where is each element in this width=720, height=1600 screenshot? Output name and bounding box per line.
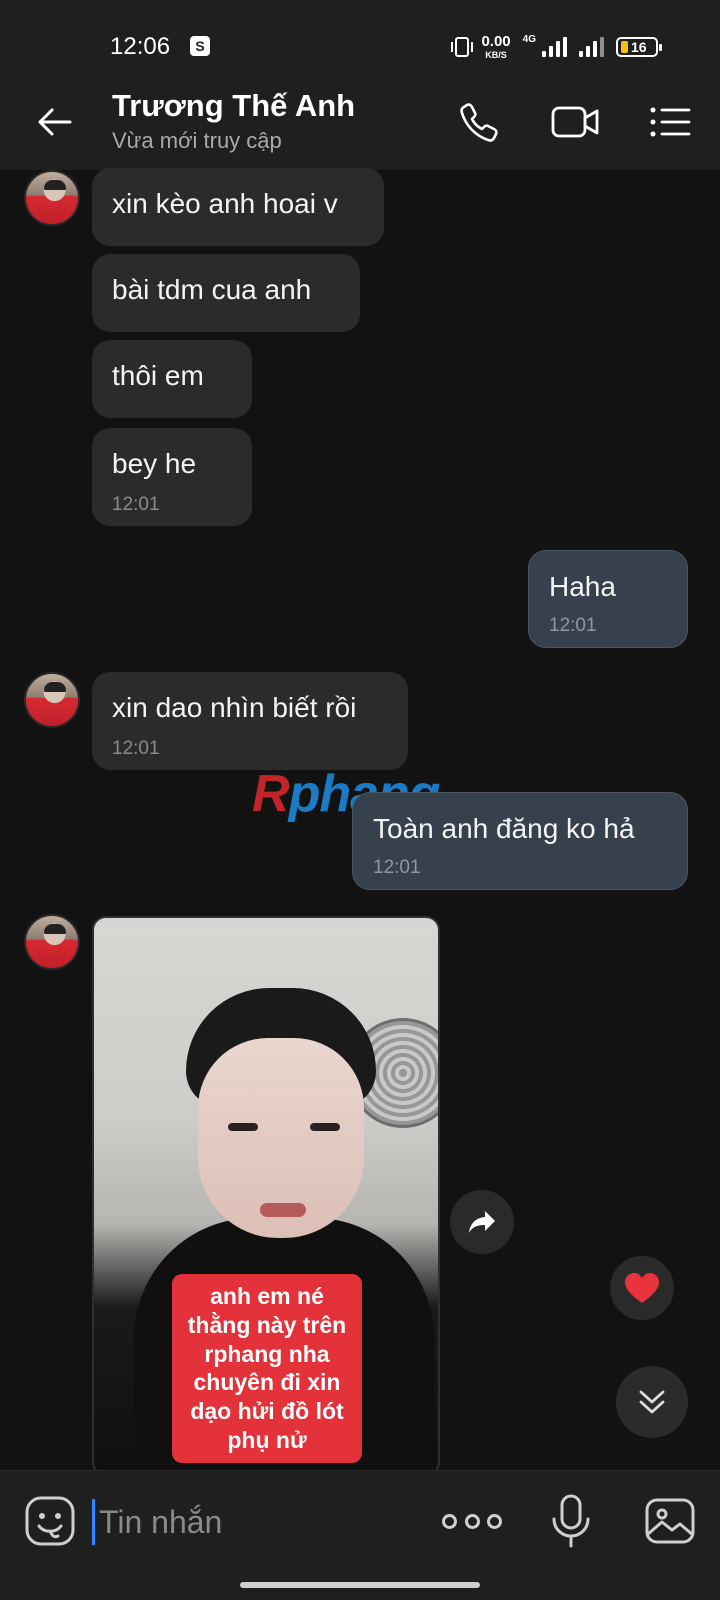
video-camera-icon — [551, 106, 599, 138]
status-indicators: 0.00 KB/S 4G 16 — [451, 33, 662, 60]
photo-lips — [260, 1203, 306, 1217]
contact-status: Vừa mới truy cập — [112, 128, 282, 153]
message-text: xin dao nhìn biết rồi — [112, 692, 357, 723]
dot-icon — [487, 1513, 502, 1529]
microphone-icon — [552, 1494, 590, 1548]
message-input[interactable] — [92, 1499, 412, 1545]
message-text: Haha — [549, 571, 616, 602]
status-time: 12:06 — [110, 33, 171, 60]
signal-icon — [542, 37, 567, 57]
message-bubble-outgoing[interactable]: Toàn anh đăng ko hả 12:01 — [352, 792, 688, 890]
photo-eye — [310, 1123, 340, 1131]
home-indicator[interactable] — [240, 1582, 480, 1588]
network-speed-unit: KB/S — [485, 50, 507, 60]
smiley-icon — [25, 1496, 75, 1546]
photo-eye — [228, 1123, 258, 1131]
battery-icon: 16 — [616, 37, 662, 57]
message-text: Toàn anh đăng ko hả — [373, 813, 635, 844]
list-menu-icon — [650, 107, 691, 137]
network-speed: 0.00 KB/S — [481, 34, 510, 60]
dot-icon — [464, 1513, 480, 1529]
shop-notification-icon: S — [190, 36, 210, 56]
more-options-button[interactable] — [442, 1501, 502, 1541]
vibrate-icon — [451, 37, 474, 57]
avatar[interactable] — [24, 672, 80, 728]
message-bubble-incoming[interactable]: bey he 12:01 — [92, 428, 252, 526]
message-time: 12:01 — [112, 494, 160, 515]
message-bubble-incoming[interactable]: xin kèo anh hoai v — [92, 168, 384, 246]
sticker-button[interactable] — [24, 1495, 76, 1547]
message-text: xin kèo anh hoai v — [112, 188, 338, 219]
status-bar: 12:06 S 0.00 KB/S 4G 16 — [0, 0, 720, 74]
send-image-button[interactable] — [644, 1495, 698, 1547]
message-input-bar — [0, 1470, 720, 1600]
forward-button[interactable] — [450, 1190, 514, 1254]
heart-icon — [625, 1273, 659, 1303]
photo-message[interactable]: anh em né thằng này trên rphang nha chuy… — [92, 916, 440, 1476]
back-button[interactable] — [28, 96, 80, 148]
message-text: thôi em — [112, 360, 204, 391]
arrow-left-icon — [38, 108, 72, 136]
battery-fill — [621, 41, 628, 53]
double-chevron-down-icon — [639, 1390, 665, 1414]
network-speed-value: 0.00 — [481, 33, 511, 50]
react-heart-button[interactable] — [610, 1256, 674, 1320]
message-bubble-incoming[interactable]: bài tdm cua anh — [92, 254, 360, 332]
message-bubble-incoming[interactable]: thôi em — [92, 340, 252, 418]
photo-caption: anh em né thằng này trên rphang nha chuy… — [172, 1274, 362, 1463]
message-bubble-incoming[interactable]: xin dao nhìn biết rồi 12:01 — [92, 672, 408, 770]
message-time: 12:01 — [112, 738, 160, 759]
signal-2-icon — [579, 37, 604, 57]
message-text: bài tdm cua anh — [112, 274, 312, 305]
message-text: bey he — [112, 448, 197, 479]
scroll-to-bottom-button[interactable] — [616, 1366, 688, 1438]
chat-menu-button[interactable] — [642, 96, 698, 148]
message-time: 12:01 — [549, 615, 597, 636]
video-call-button[interactable] — [548, 96, 604, 148]
voice-record-button[interactable] — [550, 1493, 592, 1549]
share-arrow-icon — [469, 1211, 495, 1233]
phone-icon — [460, 103, 498, 142]
battery-level: 16 — [631, 39, 647, 55]
contact-name[interactable]: Trương Thế Anh — [112, 88, 355, 124]
network-type: 4G — [522, 33, 536, 45]
voice-call-button[interactable] — [452, 96, 508, 148]
avatar[interactable] — [24, 914, 80, 970]
image-gallery-icon — [645, 1498, 695, 1544]
message-bubble-outgoing[interactable]: Haha 12:01 — [528, 550, 688, 648]
chat-header: Trương Thế Anh Vừa mới truy cập — [0, 74, 720, 170]
watermark-letter-r: R — [252, 765, 290, 823]
message-time: 12:01 — [373, 857, 421, 878]
avatar[interactable] — [24, 170, 80, 226]
dot-icon — [442, 1513, 457, 1529]
